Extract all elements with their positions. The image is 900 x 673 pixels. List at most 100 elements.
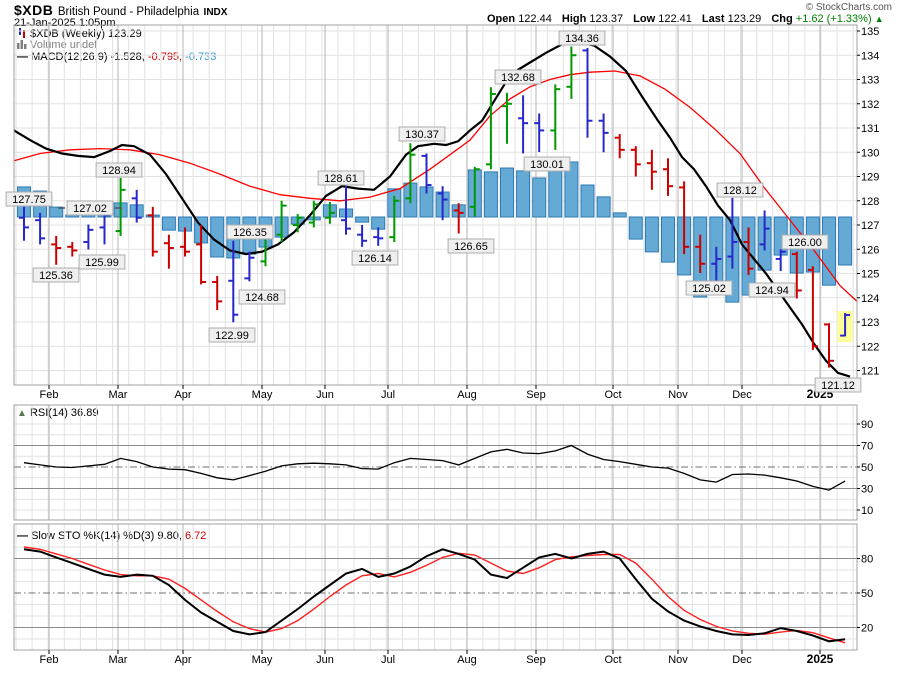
macd-bar <box>823 217 836 285</box>
axis-tick-label: Dec <box>732 654 752 666</box>
axis-tick-label: Dec <box>732 389 752 401</box>
ohlc-bar <box>164 235 174 269</box>
axis-tick-label: Sep <box>526 389 546 401</box>
price-annotation: 124.94 <box>749 283 795 297</box>
axis-tick-label: 126 <box>861 244 879 256</box>
axis-tick-label: Oct <box>604 389 621 401</box>
ohlc-bar <box>51 236 61 265</box>
ohlc-bar <box>647 150 657 190</box>
axis-tick-label: 133 <box>861 75 879 87</box>
svg-text:132.68: 132.68 <box>501 72 535 84</box>
price-annotation: 130.37 <box>399 127 445 141</box>
axis-tick-label: 132 <box>861 99 879 111</box>
ohlc-bar <box>180 227 190 256</box>
price-annotation: 128.61 <box>318 171 364 185</box>
ohlc-bar <box>583 48 593 138</box>
axis-tick-label: 123 <box>861 317 879 329</box>
svg-text:126.35: 126.35 <box>233 227 267 239</box>
axis-tick-label: Apr <box>174 389 191 401</box>
price-annotation: 128.94 <box>96 163 142 177</box>
svg-text:128.12: 128.12 <box>723 185 757 197</box>
svg-text:127.02: 127.02 <box>73 203 107 215</box>
svg-text:127.75: 127.75 <box>12 194 46 206</box>
macd-bar <box>501 168 514 217</box>
axis-tick-label: Mar <box>109 389 128 401</box>
svg-text:134.36: 134.36 <box>565 33 599 45</box>
axis-tick-label: Feb <box>40 654 59 666</box>
axis-tick-label: Aug <box>457 389 477 401</box>
axis-tick-label: Mar <box>109 654 128 666</box>
axis-tick-label: Oct <box>604 654 621 666</box>
ohlc-bar <box>100 213 110 245</box>
svg-text:125.99: 125.99 <box>85 257 119 269</box>
macd-bar <box>484 172 497 217</box>
axis-tick-label: 20 <box>861 623 873 635</box>
axis-tick-label: 30 <box>861 484 873 496</box>
axis-tick-label: 131 <box>861 123 879 135</box>
axis-tick-label: 125 <box>861 269 879 281</box>
axis-tick-label: Feb <box>40 389 59 401</box>
axis-tick-label: 50 <box>861 462 873 474</box>
svg-text:130.37: 130.37 <box>405 129 439 141</box>
axis-tick-label: May <box>252 389 273 401</box>
ohlc-bar <box>615 134 625 158</box>
ohlc-bar <box>502 93 512 144</box>
ohlc-bar <box>212 276 222 310</box>
price-annotation: 125.99 <box>79 255 125 269</box>
macd-bar <box>549 166 562 217</box>
axis-tick-label: 124 <box>861 293 879 305</box>
price-annotation: 134.36 <box>559 31 605 45</box>
axis-tick-label: 2025 <box>807 652 834 666</box>
axis-tick-label: 135 <box>861 26 879 38</box>
indicator-reference-lines <box>14 446 857 628</box>
ohlc-bar <box>244 252 254 282</box>
price-annotation: 126.14 <box>352 251 398 265</box>
svg-text:125.36: 125.36 <box>39 270 73 282</box>
axis-tick-label: Nov <box>668 389 688 401</box>
macd-bar <box>581 185 594 217</box>
axis-tick-label: Sep <box>526 654 546 666</box>
macd-bar <box>645 217 658 252</box>
macd-bar <box>356 217 369 222</box>
axis-tick-label: 50 <box>861 588 873 600</box>
price-annotation: 130.01 <box>524 157 570 171</box>
gridlines <box>14 25 857 650</box>
macd-bar <box>662 217 675 262</box>
svg-text:126.65: 126.65 <box>454 241 488 253</box>
axis-tick-label: Apr <box>174 654 191 666</box>
axis-tick-label: Jul <box>381 389 395 401</box>
ohlc-bar <box>550 84 560 149</box>
price-annotation: 126.00 <box>782 235 828 249</box>
macd-bar <box>597 197 610 217</box>
axis-tick-label: 90 <box>861 419 873 431</box>
price-annotation: 127.75 <box>6 192 52 206</box>
macd-bar <box>629 217 642 239</box>
axis-tick-label: May <box>252 654 273 666</box>
macd-bar <box>533 178 546 217</box>
price-annotation: 121.12 <box>815 378 861 392</box>
price-annotation: 126.65 <box>448 239 494 253</box>
axis-tick-label: Jul <box>381 654 395 666</box>
ohlc-bar <box>663 158 673 196</box>
axis-tick-label: 130 <box>861 147 879 159</box>
price-annotation: 124.68 <box>239 290 285 304</box>
macd-bar <box>372 217 385 229</box>
ohlc-bar <box>631 146 641 176</box>
svg-text:128.61: 128.61 <box>324 173 358 185</box>
axis-tick-label: 127 <box>861 220 879 232</box>
axis-tick-label: 80 <box>861 554 873 566</box>
ohlc-bar <box>373 227 383 245</box>
ohlc-bar <box>357 225 367 247</box>
axis-tick-label: Jun <box>316 389 334 401</box>
axis-tick-label: 129 <box>861 172 879 184</box>
ohlc-bar <box>83 225 93 250</box>
svg-text:126.00: 126.00 <box>788 237 822 249</box>
price-annotation: 122.99 <box>209 328 255 342</box>
price-annotation: 127.02 <box>58 201 122 215</box>
axis-tick-label: Aug <box>457 654 477 666</box>
axis-tick-label: Nov <box>668 654 688 666</box>
ohlc-bar <box>35 213 45 245</box>
ohlc-bar <box>599 113 609 152</box>
macd-bar <box>162 217 175 230</box>
axis-tick-label: Jun <box>316 654 334 666</box>
